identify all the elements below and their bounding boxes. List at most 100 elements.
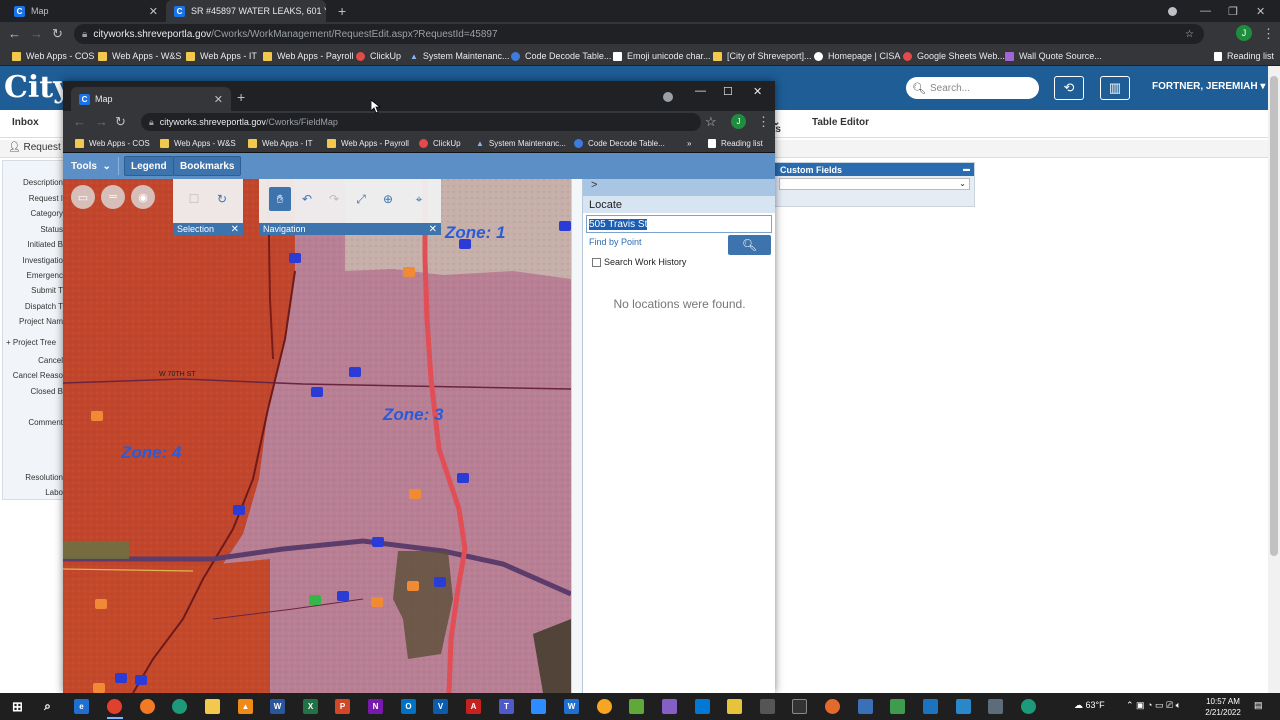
next-extent-icon[interactable]: ↷ bbox=[323, 187, 345, 211]
select-box-icon[interactable]: ☐ bbox=[183, 187, 205, 211]
powerpoint-icon[interactable]: P bbox=[335, 699, 350, 714]
star-icon[interactable]: ☆ bbox=[705, 114, 717, 130]
close-tab-icon[interactable]: ✕ bbox=[214, 93, 223, 106]
word-icon[interactable]: W bbox=[270, 699, 285, 714]
tray-icons[interactable]: ⌃ ▣ ◔ ▭ ⎚ 🔈︎ bbox=[1126, 700, 1181, 711]
close-window-icon[interactable]: ✕ bbox=[1256, 0, 1265, 22]
search-work-history-checkbox[interactable]: Search Work History bbox=[592, 257, 686, 267]
cityworks-search-input[interactable]: 🔍︎ Search... bbox=[906, 77, 1039, 99]
new-tab-button[interactable]: + bbox=[330, 0, 350, 22]
find-by-point-link[interactable]: Find by Point bbox=[589, 237, 642, 247]
bookmark-item[interactable]: Homepage | CISA bbox=[814, 46, 900, 66]
menu-inbox[interactable]: Inbox bbox=[12, 117, 39, 128]
kebab-menu-icon[interactable]: ⋮ bbox=[1262, 26, 1275, 42]
excel-icon[interactable]: X bbox=[303, 699, 318, 714]
locate-search-button[interactable]: 🔍︎ bbox=[728, 235, 771, 255]
app-icon[interactable] bbox=[956, 699, 971, 714]
checkbox-box[interactable] bbox=[592, 257, 601, 267]
bookmark-item[interactable]: Web Apps - IT bbox=[248, 133, 313, 153]
measure-button[interactable]: ═ bbox=[101, 185, 125, 209]
restore-icon[interactable]: ❐ bbox=[1228, 0, 1238, 22]
bookmark-item[interactable]: ClickUp bbox=[356, 46, 401, 66]
pan-hand-icon[interactable]: ✋︎ bbox=[269, 187, 291, 211]
forward-icon[interactable]: → bbox=[30, 26, 43, 42]
expand-panel-button[interactable]: > bbox=[583, 179, 775, 196]
bookmark-item[interactable]: Web Apps - Payroll bbox=[263, 46, 353, 66]
terminal-icon[interactable] bbox=[792, 699, 807, 714]
scrollbar-thumb[interactable] bbox=[1270, 76, 1278, 556]
collapse-icon[interactable]: ▬ bbox=[963, 166, 970, 173]
clear-selection-icon[interactable]: ↻ bbox=[211, 187, 233, 211]
bookmark-item[interactable]: Emoji unicode char... bbox=[613, 46, 711, 66]
clock[interactable]: 10:57 AM 2/21/2022 bbox=[1198, 696, 1248, 718]
bookmark-item[interactable]: Web Apps - Payroll bbox=[327, 133, 409, 153]
bookmark-item[interactable]: Code Decode Table... bbox=[574, 133, 665, 153]
bookmark-item[interactable]: Wall Quote Source... bbox=[1005, 46, 1102, 66]
back-icon[interactable]: ← bbox=[8, 26, 21, 42]
app-icon[interactable] bbox=[760, 699, 775, 714]
new-tab-button[interactable]: + bbox=[237, 89, 245, 105]
record-icon[interactable] bbox=[1168, 0, 1177, 22]
bookmark-item[interactable]: Google Sheets Web... bbox=[903, 46, 1005, 66]
field-map[interactable]: Zone: 1 Zone: 3 Zone: 4 W 70TH ST ▭ ═ ◉ … bbox=[63, 179, 571, 693]
tools-menu-button[interactable]: Tools ⌄ bbox=[65, 156, 117, 176]
minimize-icon[interactable]: — bbox=[695, 85, 706, 97]
outer-address-bar[interactable]: 🔒︎ cityworks.shreveportla.gov/Cworks/Wor… bbox=[74, 24, 1204, 44]
more-bookmarks-button[interactable]: » bbox=[687, 133, 691, 153]
app-icon[interactable] bbox=[988, 699, 1003, 714]
app-icon[interactable] bbox=[923, 699, 938, 714]
reload-icon[interactable]: ↻ bbox=[52, 26, 63, 42]
teams-icon[interactable]: T bbox=[499, 699, 514, 714]
bookmark-item[interactable]: ClickUp bbox=[419, 133, 461, 153]
search-icon[interactable]: ⌕ bbox=[40, 699, 55, 714]
visibility-button[interactable]: ◉ bbox=[131, 185, 155, 209]
popup-address-bar[interactable]: 🔒︎ cityworks.shreveportla.gov/Cworks/Fie… bbox=[141, 113, 701, 131]
notification-icon[interactable]: ▤ bbox=[1254, 700, 1263, 711]
app-icon[interactable] bbox=[825, 699, 840, 714]
project-tree-toggle[interactable]: + Project Tree bbox=[6, 338, 56, 347]
basemap-button[interactable]: ▭ bbox=[71, 185, 95, 209]
windows-start-icon[interactable]: ⊞ bbox=[10, 699, 25, 714]
clear-pin-icon[interactable]: ⌖ bbox=[408, 187, 430, 211]
bookmark-item[interactable]: [City of Shreveport]... bbox=[713, 46, 812, 66]
onenote-icon[interactable]: N bbox=[368, 699, 383, 714]
reading-list[interactable]: Reading list bbox=[1214, 46, 1274, 66]
app-icon[interactable] bbox=[727, 699, 742, 714]
locate-me-icon[interactable]: ⊕ bbox=[377, 187, 399, 211]
outer-tab-request[interactable]: C SR #45897 WATER LEAKS, 601 Ya ✕ bbox=[166, 0, 326, 22]
edge-icon[interactable]: e bbox=[74, 699, 89, 714]
close-icon[interactable]: ✕ bbox=[429, 224, 437, 235]
maximize-icon[interactable]: ☐ bbox=[723, 85, 733, 98]
bookmark-item[interactable]: Web Apps - W&S bbox=[98, 46, 181, 66]
bookmarks-button[interactable]: Bookmarks bbox=[173, 156, 242, 176]
history-button[interactable]: ⟲ bbox=[1054, 76, 1084, 100]
bookmark-item[interactable]: ▲ System Maintenanc... bbox=[410, 46, 509, 66]
outer-tab-map[interactable]: C Map ✕ bbox=[6, 0, 166, 22]
reload-icon[interactable]: ↻ bbox=[115, 114, 126, 130]
user-menu[interactable]: FORTNER, JEREMIAH ▾ bbox=[1152, 81, 1265, 92]
bookmark-item[interactable]: Code Decode Table... bbox=[511, 46, 611, 66]
bookmark-item[interactable]: Web Apps - IT bbox=[186, 46, 257, 66]
weather-widget[interactable]: ☁ 63°F bbox=[1074, 700, 1105, 711]
custom-fields-select[interactable]: ⌄ bbox=[779, 178, 970, 190]
profile-avatar[interactable]: J bbox=[1236, 25, 1252, 41]
reading-list[interactable]: Reading list bbox=[708, 133, 763, 153]
popup-tab-map[interactable]: C Map ✕ bbox=[71, 87, 231, 111]
close-tab-icon[interactable]: ✕ bbox=[149, 5, 158, 18]
vscode-icon[interactable] bbox=[695, 699, 710, 714]
visio-icon[interactable]: V bbox=[433, 699, 448, 714]
map-canvas[interactable] bbox=[63, 179, 571, 693]
app-icon[interactable] bbox=[890, 699, 905, 714]
menu-table-editor[interactable]: Table Editor bbox=[812, 117, 869, 128]
star-icon[interactable]: ☆ bbox=[1185, 29, 1194, 40]
outlook-icon[interactable]: O bbox=[401, 699, 416, 714]
app-icon[interactable]: W bbox=[564, 699, 579, 714]
bookmark-item[interactable]: Web Apps - COS bbox=[75, 133, 150, 153]
locate-address-input[interactable]: 505 Travis St bbox=[586, 215, 772, 233]
page-scrollbar[interactable] bbox=[1268, 66, 1280, 693]
minimize-icon[interactable]: — bbox=[1200, 0, 1211, 22]
edge-dev-icon[interactable] bbox=[172, 699, 187, 714]
panel-splitter[interactable] bbox=[571, 179, 582, 693]
kebab-menu-icon[interactable]: ⋮ bbox=[757, 114, 770, 130]
bookmark-item[interactable]: ▲ System Maintenanc... bbox=[476, 133, 566, 153]
